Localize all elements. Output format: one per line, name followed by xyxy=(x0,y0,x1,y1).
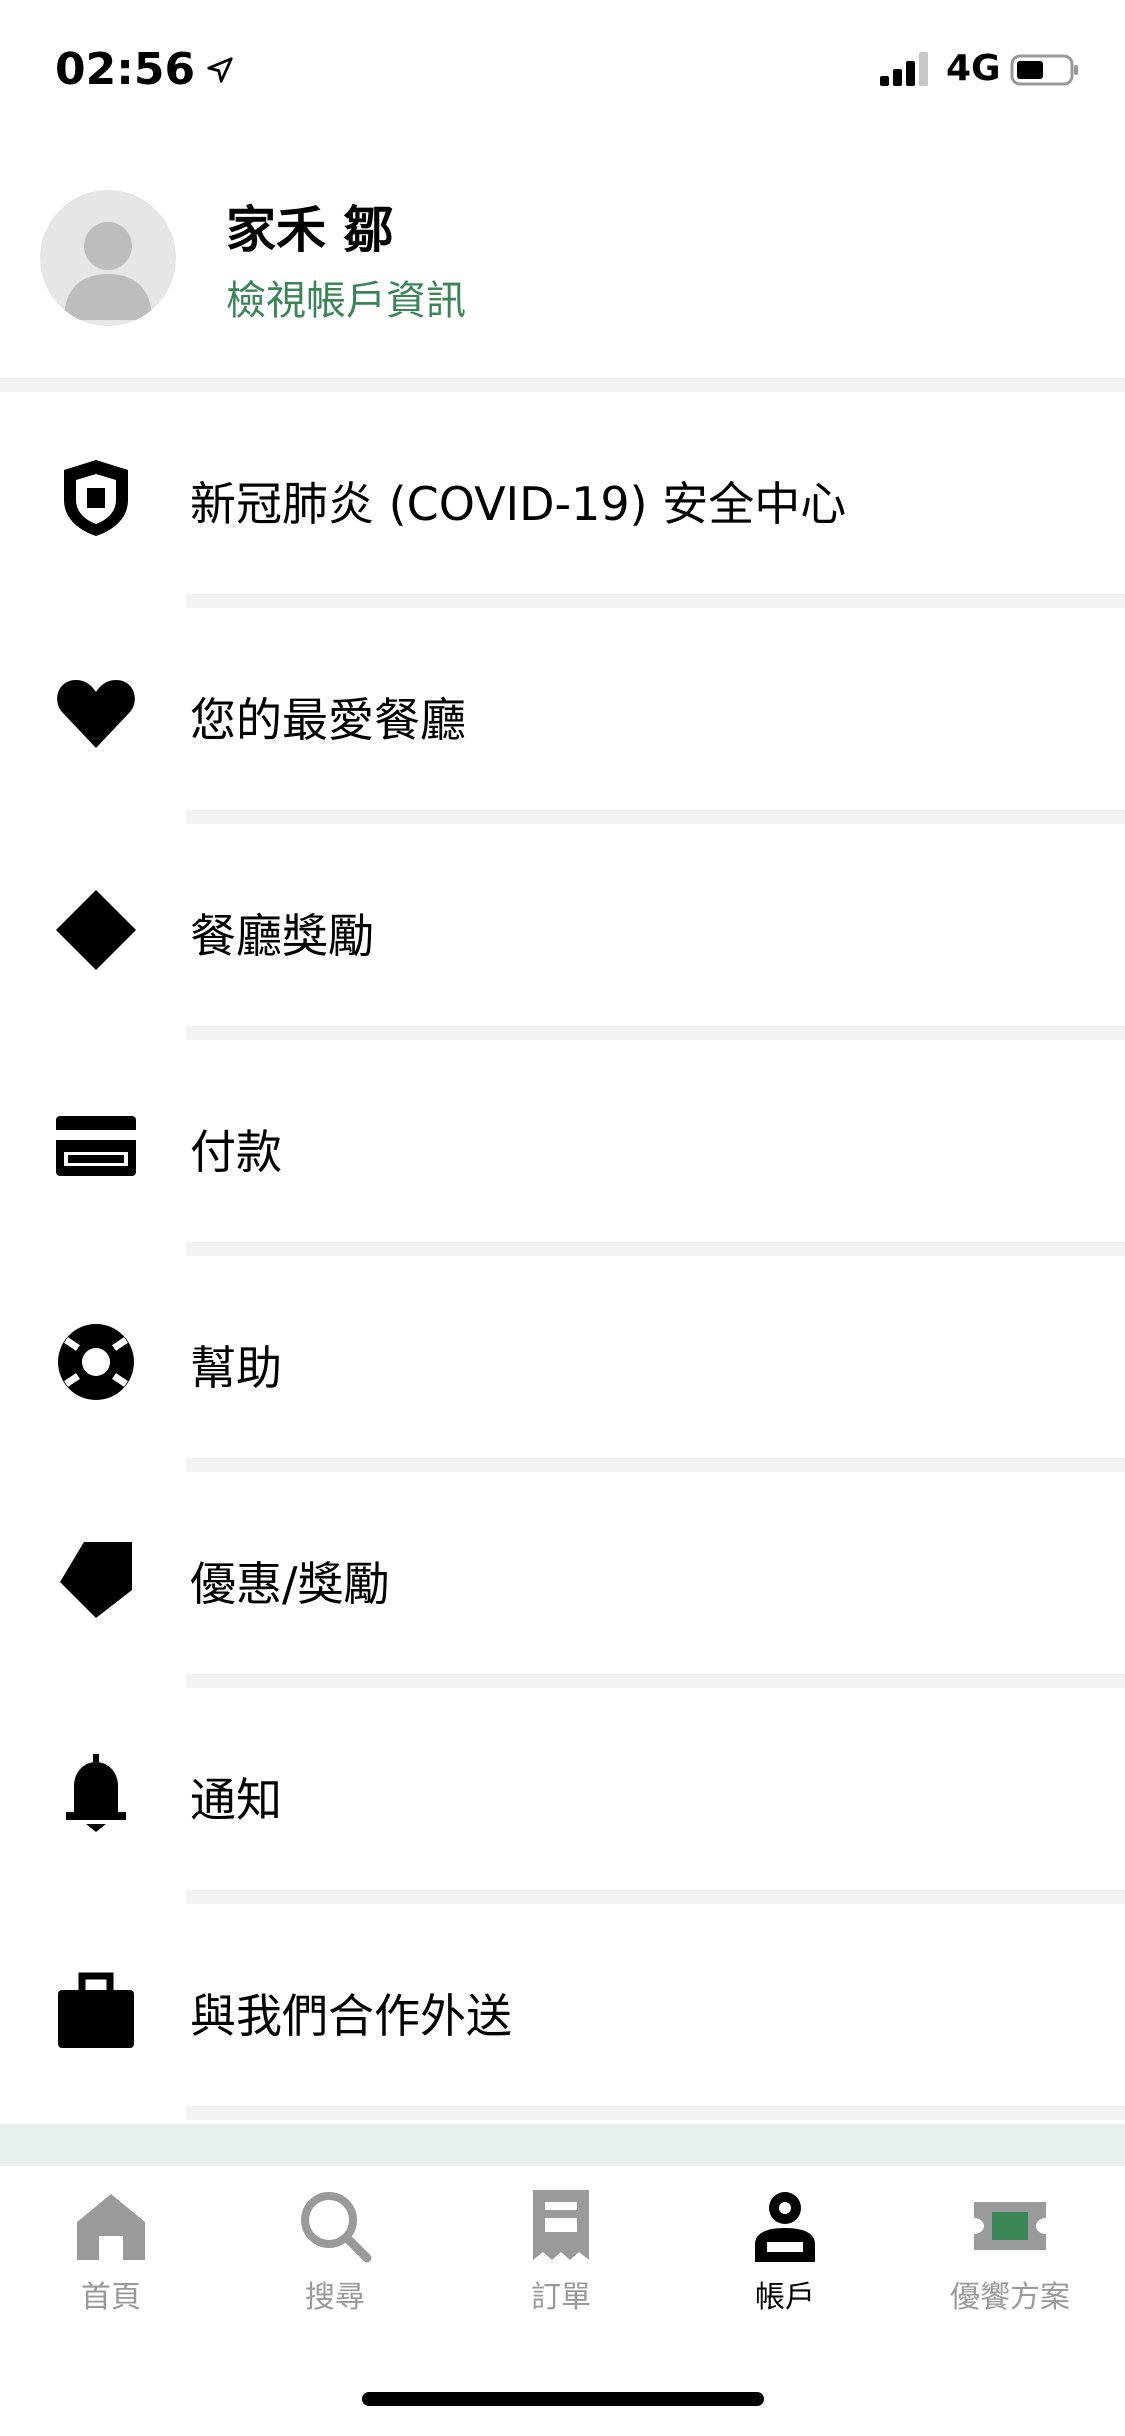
section-divider xyxy=(0,378,1125,392)
menu-label: 付款 xyxy=(190,1125,282,1179)
heart-icon xyxy=(57,680,135,748)
row-divider xyxy=(186,1242,1125,1256)
tab-home[interactable]: 首頁 xyxy=(36,2188,186,2316)
network-type: 4G xyxy=(946,48,1001,89)
person-placeholder-icon xyxy=(64,222,152,320)
time-text: 02:56 xyxy=(55,44,196,95)
credit-card-icon xyxy=(56,1116,136,1176)
row-divider xyxy=(186,1026,1125,1040)
tab-label: 優饗方案 xyxy=(950,2280,1070,2315)
menu-label: 優惠/獎勵 xyxy=(190,1557,390,1611)
row-divider xyxy=(186,1890,1125,1904)
footer-band xyxy=(0,2124,1125,2164)
home-indicator[interactable] xyxy=(362,2392,764,2406)
briefcase-icon xyxy=(58,1972,134,2048)
tab-eats-pass[interactable]: 優饗方案 xyxy=(935,2188,1085,2316)
menu-label: 與我們合作外送 xyxy=(190,1989,512,2043)
menu-item-restaurant-rewards[interactable]: 餐廳獎勵 xyxy=(0,824,1125,1040)
row-divider xyxy=(186,810,1125,824)
bell-icon xyxy=(66,1754,126,1832)
menu-item-notifications[interactable]: 通知 xyxy=(0,1688,1125,1904)
menu-item-promotions[interactable]: 優惠/獎勵 xyxy=(0,1472,1125,1688)
menu-item-deliver-with-us[interactable]: 與我們合作外送 xyxy=(0,1904,1125,2120)
receipt-icon xyxy=(533,2190,589,2260)
tab-account[interactable]: 帳戶 xyxy=(710,2188,860,2316)
ticket-icon xyxy=(974,2202,1046,2250)
diamond-icon xyxy=(56,890,136,970)
profile-header[interactable]: 家禾 鄒 檢視帳戶資訊 xyxy=(0,170,1125,370)
tab-label: 搜尋 xyxy=(305,2280,365,2315)
location-arrow-icon xyxy=(207,56,233,83)
tab-search[interactable]: 搜尋 xyxy=(260,2188,410,2316)
row-divider xyxy=(186,1458,1125,1472)
menu-label: 幫助 xyxy=(190,1341,282,1395)
status-time: 02:56 xyxy=(55,44,235,95)
tab-label: 訂單 xyxy=(531,2280,591,2315)
menu-item-favorites[interactable]: 您的最愛餐廳 xyxy=(0,608,1125,824)
view-account-link[interactable]: 檢視帳戶資訊 xyxy=(226,268,466,326)
row-divider xyxy=(186,1674,1125,1688)
person-icon xyxy=(755,2192,815,2262)
shield-icon xyxy=(64,460,128,536)
menu-item-help[interactable]: 幫助 xyxy=(0,1256,1125,1472)
menu-label: 新冠肺炎 (COVID-19) 安全中心 xyxy=(190,477,847,531)
account-menu: 新冠肺炎 (COVID-19) 安全中心 您的最愛餐廳 餐廳獎勵 付款 幫助 優… xyxy=(0,392,1125,2120)
menu-label: 您的最愛餐廳 xyxy=(190,693,466,747)
profile-name: 家禾 鄒 xyxy=(226,201,394,259)
menu-label: 通知 xyxy=(190,1773,282,1827)
lifebuoy-icon xyxy=(58,1324,134,1400)
tab-orders[interactable]: 訂單 xyxy=(486,2188,636,2316)
menu-item-covid-safety[interactable]: 新冠肺炎 (COVID-19) 安全中心 xyxy=(0,392,1125,608)
tab-label: 帳戶 xyxy=(755,2280,815,2315)
row-divider xyxy=(186,594,1125,608)
status-bar: 02:56 4G xyxy=(0,0,1125,140)
row-divider xyxy=(186,2106,1125,2120)
menu-label: 餐廳獎勵 xyxy=(190,909,374,963)
tag-icon xyxy=(60,1542,132,1618)
home-icon xyxy=(77,2194,145,2260)
signal-icon xyxy=(880,52,928,86)
menu-item-payment[interactable]: 付款 xyxy=(0,1040,1125,1256)
battery-icon xyxy=(1010,54,1078,86)
tab-label: 首頁 xyxy=(81,2280,141,2315)
search-icon xyxy=(301,2192,372,2263)
avatar[interactable] xyxy=(40,190,176,326)
